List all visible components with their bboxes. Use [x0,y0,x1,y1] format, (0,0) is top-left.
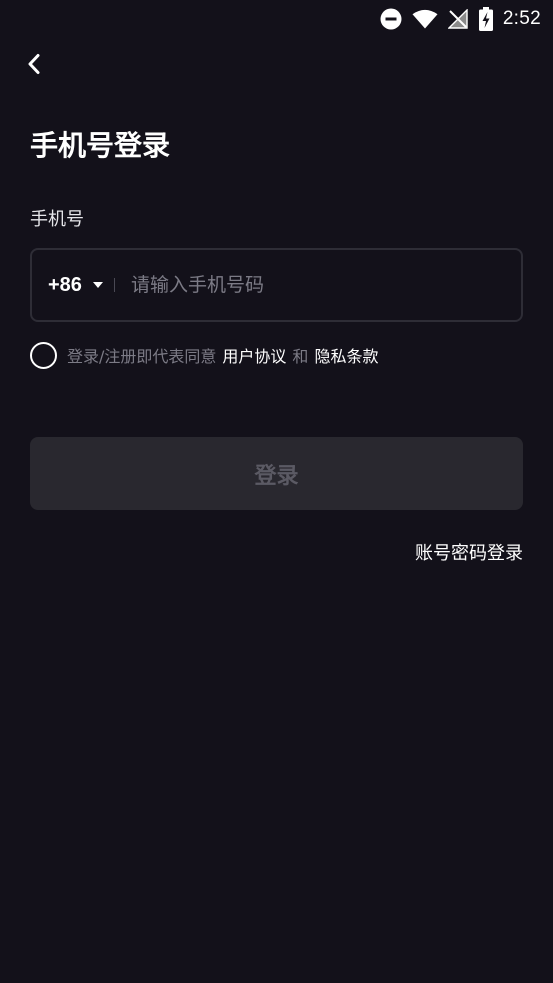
phone-field-label: 手机号 [30,209,84,230]
login-button[interactable]: 登录 [30,437,523,510]
chevron-left-icon [26,53,42,79]
do-not-disturb-icon [380,8,402,30]
agreement-conjunction: 和 [292,347,309,366]
no-signal-icon [447,9,468,29]
phone-number-input[interactable] [130,274,507,296]
back-button[interactable] [20,52,48,80]
agreement-checkbox[interactable] [30,341,57,369]
country-code-selector[interactable]: +86 [48,274,104,297]
status-icons: 2:52 [380,6,541,32]
wifi-icon [412,9,438,29]
privacy-policy-link[interactable]: 隐私条款 [314,343,378,367]
country-code-text: +86 [48,273,82,296]
agreement-prefix-text: 登录/注册即代表同意 [67,347,217,366]
page-title: 手机号登录 [30,129,171,162]
caret-down-icon [82,281,104,289]
status-time: 2:52 [502,8,541,29]
user-agreement-link[interactable]: 用户协议 [222,343,286,367]
input-divider [113,278,115,292]
agreement-row: 登录/注册即代表同意 用户协议 和 隐私条款 [30,340,378,370]
phone-input-box: +86 [30,248,523,322]
password-login-link[interactable]: 账号密码登录 [415,541,523,567]
status-bar: 2:52 [0,0,553,38]
battery-charging-icon [478,7,493,31]
